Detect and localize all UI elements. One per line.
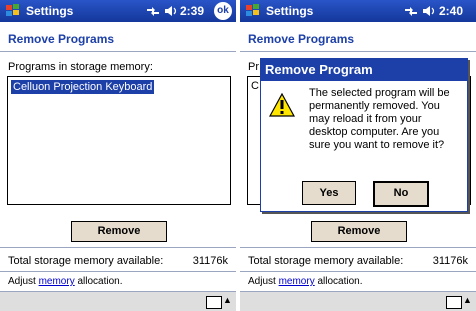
divider <box>0 51 236 52</box>
adjust-suffix: allocation. <box>74 276 123 287</box>
list-item-program[interactable]: Celluon Projection Keyboard <box>11 80 155 94</box>
memory-value: 31176k <box>192 255 228 267</box>
windows-start-icon[interactable] <box>244 2 262 20</box>
settings-screen-right: Settings 2:40 Remove Programs Pr C Remov… <box>240 0 476 311</box>
keyboard-icon[interactable] <box>446 296 462 309</box>
dialog-message: The selected program will be permanently… <box>309 87 450 151</box>
adjust-prefix: Adjust <box>8 276 39 287</box>
signal-icon[interactable] <box>404 6 418 17</box>
no-button[interactable]: No <box>373 181 429 207</box>
divider <box>240 51 476 52</box>
adjust-suffix: allocation. <box>314 276 363 287</box>
page-title: Remove Programs <box>8 32 115 46</box>
programs-list[interactable]: Celluon Projection Keyboard <box>7 76 231 205</box>
memory-label: Total storage memory available: <box>8 255 164 267</box>
app-title: Settings <box>266 4 314 18</box>
adjust-memory-text: Adjust memory allocation. <box>248 276 363 287</box>
dialog-title: Remove Program <box>261 59 467 81</box>
keyboard-icon[interactable] <box>206 296 222 309</box>
sip-arrow-icon[interactable]: ▲ <box>223 295 232 305</box>
memory-value: 31176k <box>432 255 468 267</box>
list-item-partial: C <box>251 80 259 92</box>
settings-screen-left: Settings 2:39 ok Remove Programs Program… <box>0 0 236 311</box>
list-caption-partial: Pr <box>248 61 259 73</box>
ok-button[interactable]: ok <box>214 2 232 20</box>
windows-start-icon[interactable] <box>4 2 22 20</box>
clock[interactable]: 2:40 <box>439 4 463 18</box>
remove-button[interactable]: Remove <box>311 221 407 242</box>
sip-arrow-icon[interactable]: ▲ <box>463 295 472 305</box>
remove-program-dialog: Remove Program The selected program will… <box>260 58 468 212</box>
memory-label: Total storage memory available: <box>248 255 404 267</box>
adjust-prefix: Adjust <box>248 276 279 287</box>
adjust-memory-text: Adjust memory allocation. <box>8 276 123 287</box>
list-caption: Programs in storage memory: <box>8 61 153 73</box>
warning-icon <box>269 93 295 117</box>
yes-button[interactable]: Yes <box>302 181 356 205</box>
title-bar: Settings 2:39 ok <box>0 0 236 22</box>
command-bar: ▲ <box>240 291 476 311</box>
title-bar: Settings 2:40 <box>240 0 476 22</box>
remove-button[interactable]: Remove <box>71 221 167 242</box>
memory-link[interactable]: memory <box>279 276 315 287</box>
speaker-icon[interactable] <box>422 5 436 17</box>
divider <box>240 247 476 248</box>
divider <box>0 271 236 272</box>
app-title: Settings <box>26 4 74 18</box>
speaker-icon[interactable] <box>164 5 178 17</box>
page-title: Remove Programs <box>248 32 355 46</box>
divider <box>0 247 236 248</box>
command-bar: ▲ <box>0 291 236 311</box>
signal-icon[interactable] <box>146 6 160 17</box>
divider <box>240 271 476 272</box>
memory-link[interactable]: memory <box>39 276 75 287</box>
clock[interactable]: 2:39 <box>180 4 204 18</box>
